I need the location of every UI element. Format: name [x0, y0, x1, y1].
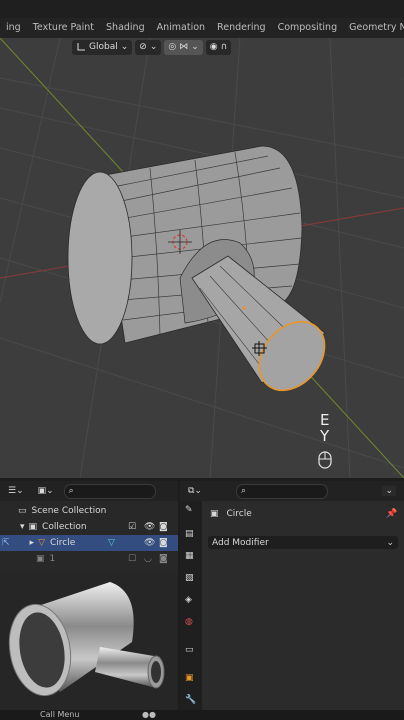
camera-icon[interactable]: ◙ [159, 538, 168, 548]
scene-collection-icon: ▭ [18, 506, 27, 516]
tab-texture-paint[interactable]: Texture Paint [27, 18, 100, 38]
3d-viewport[interactable]: E Y [0, 38, 404, 478]
gizmo-label-e: E [320, 411, 330, 429]
chevron-down-icon: ⌄ [191, 41, 199, 52]
chevron-down-icon: ⌄ [149, 41, 158, 52]
outliner-item-label: Circle [50, 538, 76, 548]
tab-shading[interactable]: Shading [100, 18, 151, 38]
options-dropdown[interactable]: ⌄ [382, 486, 396, 496]
camera-icon[interactable]: ◙ [159, 522, 168, 532]
pin-icon[interactable]: 📌 [386, 509, 397, 519]
mesh-data-icon: ▽ [108, 538, 115, 548]
status-bar: Call Menu ●● [0, 710, 404, 720]
transform-orientation-dropdown[interactable]: Global ⌄ [72, 39, 133, 55]
tab-geometry-nodes[interactable]: Geometry Nodes [343, 18, 404, 38]
render-tab-icon[interactable]: ▤ [185, 529, 197, 541]
world-tab-icon[interactable]: ◍ [185, 617, 197, 629]
outliner-row-circle[interactable]: ⇱ ▸ ▽ Circle ▽ 👁 ◙ [0, 535, 178, 551]
collection-icon: ▣ [28, 522, 38, 532]
add-modifier-label: Add Modifier [212, 537, 269, 548]
collection-icon: ▣ [36, 554, 45, 564]
pipe-render [8, 582, 165, 697]
chevron-down-icon: ⌄ [120, 41, 129, 52]
properties-header: ⧉⌄ ⌕ ⌄ [180, 481, 404, 501]
view-layer-tab-icon[interactable]: ▧ [185, 573, 197, 585]
pivot-icon: ⊘ [139, 41, 147, 52]
modifier-properties-panel: ▣ Circle 📌 Add Modifier ⌄ [202, 501, 404, 720]
outliner-row-1[interactable]: ▣ 1 ☐ ◡ ◙ [0, 551, 178, 567]
expand-triangle-icon[interactable]: ▸ [30, 538, 35, 548]
editor-type-icon[interactable]: ☰⌄ [8, 486, 24, 496]
viewport-scene [0, 38, 404, 478]
checkbox-icon[interactable]: ☐ [128, 554, 136, 564]
scene-tab-icon[interactable]: ◈ [185, 595, 197, 607]
call-menu-hint: Call Menu [40, 710, 80, 719]
object-origin [242, 306, 246, 310]
render-preview-image [0, 572, 178, 710]
camera-icon[interactable]: ◙ [159, 554, 168, 564]
eye-icon[interactable]: 👁 [144, 538, 155, 548]
properties-editor-icon[interactable]: ⧉⌄ [188, 486, 202, 496]
tab-compositing[interactable]: Compositing [272, 18, 344, 38]
eye-icon[interactable]: 👁 [144, 522, 155, 532]
transform-orientation-label: Global [89, 41, 118, 52]
outliner-header: ☰⌄ ▣⌄ ⌕ [0, 481, 178, 501]
tab-rendering[interactable]: Rendering [211, 18, 272, 38]
outliner-row-collection[interactable]: ▾ ▣ Collection ☑ 👁 ◙ [0, 519, 178, 535]
mesh-object-icon: ▽ [38, 538, 45, 548]
properties-tabs: ✎ ▤ ▦ ▧ ◈ ◍ ▭ ▣ 🔧 [180, 501, 202, 720]
modifier-tab-icon[interactable]: 🔧 [185, 695, 197, 707]
tab-animation[interactable]: Animation [151, 18, 211, 38]
checkbox-icon[interactable]: ☑ [128, 522, 136, 532]
snap-toggle[interactable]: ◎ ⋈ ⌄ [164, 39, 203, 55]
outliner-search-input[interactable]: ⌕ [63, 483, 156, 499]
snap-magnet-icon: ◎ [168, 41, 177, 52]
pivot-point-dropdown[interactable]: ⊘ ⌄ [135, 39, 162, 55]
mouse-icon [318, 451, 332, 469]
object-name-row: ▣ Circle [210, 509, 252, 519]
proportional-edit-icon: ◉ [209, 41, 218, 52]
object-name: Circle [226, 509, 252, 519]
search-icon: ⌕ [68, 486, 74, 496]
chevron-down-icon: ⌄ [386, 537, 394, 548]
viewport-header: Global ⌄ ⊘ ⌄ ◎ ⋈ ⌄ ◉ ∩ [0, 38, 404, 56]
tab-partial[interactable]: ing [0, 18, 27, 38]
selection-bracket-icon: ⇱ [2, 538, 10, 548]
mouse-button-icon: ●● [142, 710, 156, 719]
top-menu-strip [0, 0, 404, 18]
snap-increment-icon: ⋈ [179, 41, 189, 52]
proportional-edit-toggle[interactable]: ◉ ∩ [205, 39, 232, 55]
gizmo-label-y: Y [320, 427, 330, 445]
object-icon: ▣ [210, 509, 219, 519]
search-icon: ⌕ [240, 486, 247, 496]
output-tab-icon[interactable]: ▦ [185, 551, 197, 563]
workspace-tabs: ing Texture Paint Shading Animation Rend… [0, 18, 404, 38]
outliner-item-label: Collection [42, 522, 87, 532]
outliner-item-label: 1 [49, 554, 56, 564]
outliner-row-scene-collection[interactable]: ▭ Scene Collection [0, 503, 178, 519]
outliner-item-label: Scene Collection [31, 506, 107, 516]
object-tab-icon[interactable]: ▣ [185, 673, 197, 685]
falloff-curve-icon: ∩ [220, 41, 228, 52]
orientation-axes-icon [77, 43, 85, 51]
eye-hidden-icon[interactable]: ◡ [144, 554, 152, 564]
large-cylinder-cap [67, 171, 133, 345]
display-mode-icon[interactable]: ▣⌄ [38, 486, 54, 496]
properties-search-input[interactable]: ⌕ [235, 483, 328, 499]
collection-tab-icon[interactable]: ▭ [185, 645, 197, 657]
add-modifier-dropdown[interactable]: Add Modifier ⌄ [208, 536, 398, 549]
collapse-triangle-icon[interactable]: ▾ [20, 522, 25, 532]
tool-tab-icon[interactable]: ✎ [185, 505, 197, 517]
